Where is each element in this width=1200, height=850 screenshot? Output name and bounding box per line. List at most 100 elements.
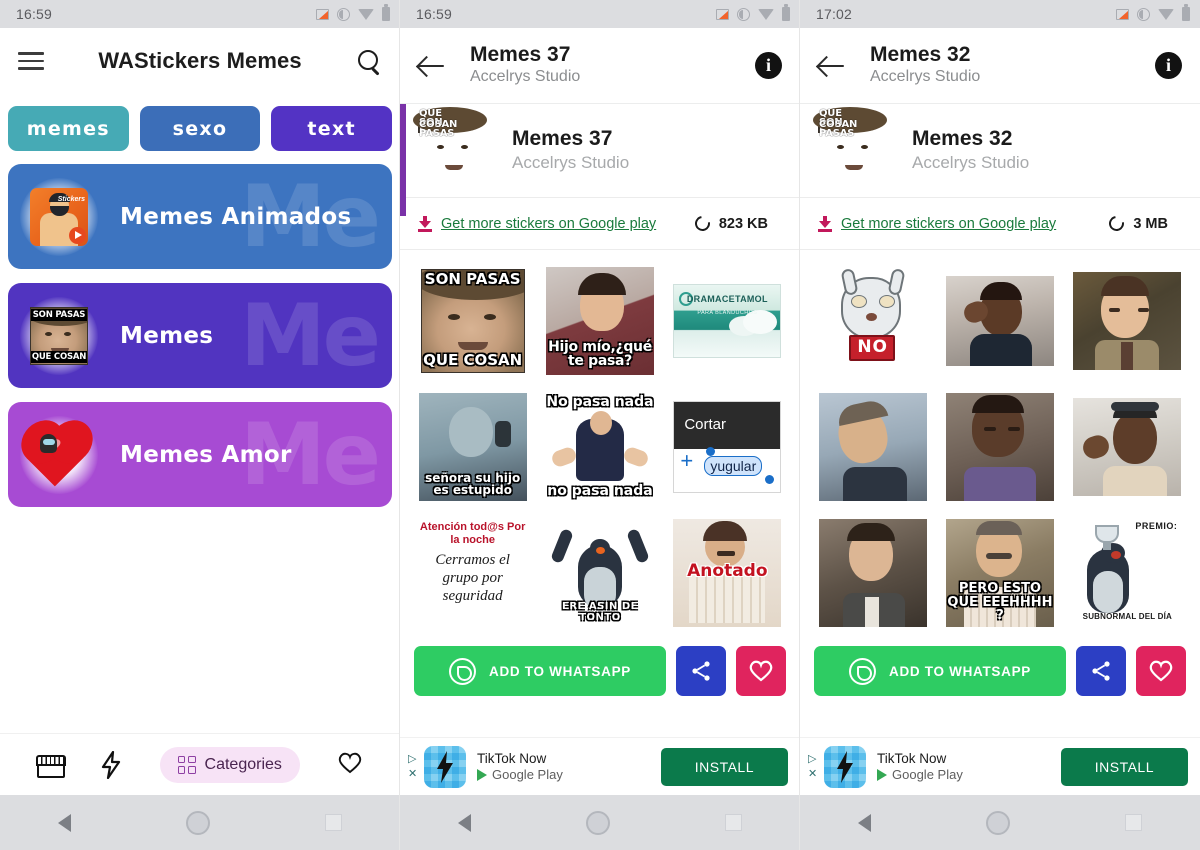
status-icon-group bbox=[716, 4, 790, 21]
android-recents-icon[interactable] bbox=[325, 814, 343, 831]
ad-store-group: Google Play bbox=[477, 767, 563, 782]
page-subtitle: Accelrys Studio bbox=[470, 68, 581, 86]
google-play-link[interactable]: Get more stickers on Google play bbox=[841, 216, 1056, 232]
sticker-facepalm-guy[interactable] bbox=[941, 262, 1058, 380]
android-back-icon[interactable] bbox=[857, 813, 871, 832]
sticker-peaky-blinders[interactable] bbox=[814, 514, 931, 632]
ad-choices-icon[interactable]: ▷ ✕ bbox=[408, 753, 422, 780]
sticker-pingu-tonto[interactable]: ERE ASIN DE TONTO bbox=[541, 514, 658, 632]
card-memes-animados[interactable]: Me Stickers Memes Animados bbox=[8, 164, 392, 269]
son-pasas-thumb-icon: SON PASAS QUE COSAN bbox=[813, 106, 887, 170]
google-play-icon bbox=[877, 768, 887, 781]
bolt-icon[interactable] bbox=[100, 750, 122, 779]
sidebar-item-categories[interactable]: Categories bbox=[159, 746, 300, 783]
pack-name: Memes 32 bbox=[912, 127, 1013, 151]
android-home-icon[interactable] bbox=[985, 810, 1010, 835]
android-nav-bar bbox=[0, 795, 400, 850]
chip-text[interactable]: text bbox=[271, 106, 393, 151]
back-arrow-icon[interactable] bbox=[818, 54, 848, 78]
ad-banner[interactable]: ▷ ✕ TikTok Now Google Play INSTALL bbox=[800, 737, 1200, 795]
add-to-whatsapp-button[interactable]: ADD TO WHATSAPP bbox=[814, 646, 1066, 696]
card-label: Memes bbox=[120, 322, 214, 349]
vibrate-icon bbox=[337, 7, 350, 21]
sticker-caption-top: Cortar bbox=[684, 416, 727, 433]
card-label: Memes Animados bbox=[120, 203, 352, 230]
add-to-whatsapp-button[interactable]: ADD TO WHATSAPP bbox=[414, 646, 666, 696]
sticker-caption-bottom: ERE ASIN DE TONTO bbox=[561, 601, 638, 623]
android-nav-bar bbox=[400, 795, 800, 850]
sticker-caption-mid: NO bbox=[857, 337, 888, 358]
android-recents-icon[interactable] bbox=[1125, 814, 1143, 831]
nav-categories-label: Categories bbox=[204, 755, 282, 773]
android-home-icon[interactable] bbox=[585, 810, 610, 835]
vibrate-icon bbox=[737, 7, 750, 21]
install-button[interactable]: INSTALL bbox=[1060, 747, 1188, 786]
pack-author: Accelrys Studio bbox=[512, 152, 630, 172]
hamburger-icon[interactable] bbox=[18, 52, 44, 70]
sticker-crying-kid[interactable] bbox=[941, 388, 1058, 506]
install-button[interactable]: INSTALL bbox=[660, 747, 788, 786]
add-to-whatsapp-label: ADD TO WHATSAPP bbox=[889, 663, 1031, 679]
pack-meta: Memes 32 Accelrys Studio bbox=[890, 126, 1029, 174]
heart-icon bbox=[749, 660, 773, 682]
chip-sexo[interactable]: sexo bbox=[139, 106, 261, 151]
card-memes-amor[interactable]: Me Memes Amor bbox=[8, 402, 392, 507]
ad-choices-icon[interactable]: ▷ ✕ bbox=[808, 753, 822, 780]
heart-outline-icon[interactable] bbox=[337, 751, 365, 779]
thumb-caption-bottom: QUE COSAN bbox=[31, 350, 87, 363]
sticker-caption-bottom: PERO ESTO QUE EEEHHHH ? bbox=[947, 581, 1053, 624]
sticker-son-pasas[interactable]: SON PASAS QUE COSAN bbox=[414, 262, 531, 380]
ad-text-group: TikTok Now Google Play bbox=[866, 751, 963, 782]
sticker-grid: NO PERO ESTO QUE EEEHHHH ? PREMIO: SUBNO… bbox=[800, 250, 1200, 632]
android-home-icon[interactable] bbox=[185, 810, 210, 835]
search-icon[interactable] bbox=[356, 48, 382, 74]
sticker-caption-top: DRAMACETAMOL bbox=[686, 294, 768, 304]
sticker-anotado[interactable]: Anotado bbox=[669, 514, 786, 632]
whatsapp-icon bbox=[449, 657, 476, 685]
sticker-hijo-mio[interactable]: Hijo mío,¿qué te pasa? bbox=[541, 262, 658, 380]
wifi-icon bbox=[758, 8, 774, 20]
sticker-caption-bottom: Cerramos el grupo por seguridad bbox=[435, 552, 510, 604]
screenshot-panels: 16:59 WAStickers Memes memes sexo text M… bbox=[0, 0, 1200, 850]
info-icon[interactable]: i bbox=[1155, 52, 1182, 79]
sticker-dramacetamol[interactable]: DRAMACETAMOL PARA BLANDUCHOS bbox=[669, 262, 786, 380]
info-icon[interactable]: i bbox=[755, 52, 782, 79]
page-title: WAStickers Memes bbox=[98, 48, 302, 73]
refresh-icon bbox=[691, 213, 713, 234]
sticker-caption-top: PREMIO: bbox=[1135, 521, 1178, 531]
card-label: Memes Amor bbox=[120, 441, 292, 468]
favorite-button[interactable] bbox=[736, 646, 786, 696]
android-back-icon[interactable] bbox=[457, 813, 471, 832]
pack-size: 823 KB bbox=[718, 215, 768, 232]
card-memes[interactable]: Me SON PASAS QUE COSAN Memes bbox=[8, 283, 392, 388]
edge-bleed-strip bbox=[400, 104, 406, 216]
android-recents-icon[interactable] bbox=[725, 814, 743, 831]
chip-memes[interactable]: memes bbox=[8, 106, 129, 151]
sticker-pingu-premio[interactable]: PREMIO: SUBNORMAL DEL DÍA bbox=[1069, 514, 1186, 632]
add-to-whatsapp-label: ADD TO WHATSAPP bbox=[489, 663, 631, 679]
pack-name: Memes 37 bbox=[512, 127, 613, 151]
store-icon[interactable] bbox=[35, 751, 66, 779]
google-play-link[interactable]: Get more stickers on Google play bbox=[441, 216, 656, 232]
ad-banner[interactable]: ▷ ✕ TikTok Now Google Play INSTALL bbox=[400, 737, 800, 795]
sticker-looking-up-man[interactable] bbox=[814, 388, 931, 506]
android-back-icon[interactable] bbox=[57, 813, 71, 832]
sticker-cortar-yugular[interactable]: Cortar + yugular bbox=[669, 388, 786, 506]
sticker-caption-sub: PARA BLANDUCHOS bbox=[697, 310, 758, 316]
sticker-pero-esto-que[interactable]: PERO ESTO QUE EEEHHHH ? bbox=[941, 514, 1058, 632]
share-button[interactable] bbox=[676, 646, 726, 696]
wifi-icon bbox=[358, 8, 374, 20]
sticker-dog-no-sign[interactable]: NO bbox=[814, 262, 931, 380]
sticker-sunglasses-guy[interactable] bbox=[1069, 388, 1186, 506]
favorite-button[interactable] bbox=[1136, 646, 1186, 696]
status-bar: 17:02 bbox=[800, 0, 1200, 28]
sticker-mr-bean[interactable] bbox=[1069, 262, 1186, 380]
action-buttons: ADD TO WHATSAPP bbox=[800, 632, 1200, 706]
sticker-cerramos-grupo[interactable]: Atención tod@s Por la noche Cerramos el … bbox=[414, 514, 531, 632]
sticker-no-pasa-nada[interactable]: No pasa nada no pasa nada bbox=[541, 388, 658, 506]
status-time: 16:59 bbox=[416, 6, 453, 22]
sticker-senora-su-hijo[interactable]: señora su hijo es estupido bbox=[414, 388, 531, 506]
back-arrow-icon[interactable] bbox=[418, 54, 448, 78]
share-button[interactable] bbox=[1076, 646, 1126, 696]
card-watermark: Me bbox=[240, 285, 381, 386]
